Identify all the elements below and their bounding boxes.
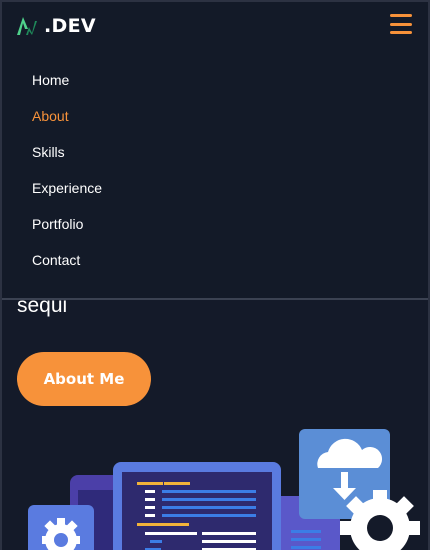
- nav-item-skills[interactable]: Skills: [32, 134, 102, 170]
- gear-icon: [28, 505, 94, 550]
- navbar: .DEV Home About Skills Experience Portfo…: [0, 0, 430, 300]
- developer-illustration: [28, 429, 420, 550]
- nav-item-contact[interactable]: Contact: [32, 242, 102, 278]
- logo-mark-icon: [17, 17, 37, 35]
- about-me-button[interactable]: About Me: [17, 352, 151, 406]
- hamburger-menu-icon[interactable]: [390, 14, 412, 34]
- code-editor-window-icon: [113, 462, 281, 550]
- brand-logo[interactable]: .DEV: [16, 12, 96, 40]
- nav-item-home[interactable]: Home: [32, 62, 102, 98]
- nav-item-about[interactable]: About: [32, 98, 102, 134]
- nav-item-experience[interactable]: Experience: [32, 170, 102, 206]
- nav-item-portfolio[interactable]: Portfolio: [32, 206, 102, 242]
- brand-text: .DEV: [44, 15, 96, 37]
- nav-menu: Home About Skills Experience Portfolio C…: [32, 62, 102, 278]
